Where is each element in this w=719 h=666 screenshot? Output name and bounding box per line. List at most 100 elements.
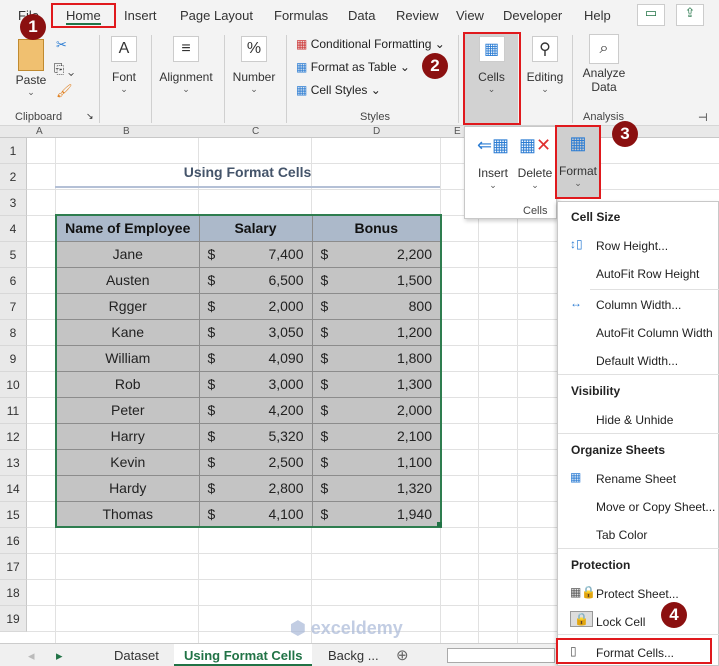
prev-sheet-arrow[interactable]: ◂ (28, 648, 35, 664)
delete-button[interactable]: ▦✕ Delete ⌄ (515, 135, 555, 191)
row-header[interactable]: 10 (0, 372, 27, 398)
format-as-table-button[interactable]: ▦ Format as Table ⌄ (296, 60, 410, 74)
paste-button[interactable]: Paste ⌄ (14, 39, 48, 98)
add-sheet-icon[interactable]: ⊕ (396, 646, 409, 664)
row-header[interactable]: 1 (0, 138, 27, 164)
row-header[interactable]: 16 (0, 528, 27, 554)
row-header[interactable]: 14 (0, 476, 27, 502)
menu-protect-sheet[interactable]: Protect Sheet... (596, 587, 679, 601)
horizontal-scrollbar[interactable] (447, 648, 555, 663)
menu-move-copy-sheet[interactable]: Move or Copy Sheet... (596, 500, 715, 514)
conditional-formatting-button[interactable]: ▦ Conditional Formatting ⌄ (296, 37, 445, 51)
fill-handle[interactable] (437, 522, 442, 527)
cell-salary[interactable]: $4,200 (198, 396, 313, 424)
cell-salary[interactable]: $4,090 (198, 344, 313, 372)
cell-salary[interactable]: $4,100 (198, 500, 313, 528)
cell-name[interactable]: Hardy (55, 474, 200, 502)
header-name[interactable]: Name of Employee (55, 214, 200, 242)
cell-name[interactable]: Kevin (55, 448, 200, 476)
row-header[interactable]: 9 (0, 346, 27, 372)
format-painter-icon[interactable]: 🖌 (56, 83, 73, 99)
cell-name[interactable]: Harry (55, 422, 200, 450)
number-button[interactable]: % Number ⌄ (228, 36, 280, 95)
column-c[interactable]: C (252, 126, 259, 137)
comments-icon[interactable]: ▭ (637, 4, 665, 26)
cell-bonus[interactable]: $1,800 (311, 344, 442, 372)
cell-bonus[interactable]: $1,500 (311, 266, 442, 294)
alignment-button[interactable]: ≡ Alignment ⌄ (156, 36, 216, 95)
cell-bonus[interactable]: $1,300 (311, 370, 442, 398)
cell-salary[interactable]: $5,320 (198, 422, 313, 450)
cell-name[interactable]: Thomas (55, 500, 200, 528)
row-header[interactable]: 5 (0, 242, 27, 268)
editing-button[interactable]: ⚲ Editing ⌄ (524, 36, 566, 95)
font-button[interactable]: A Font ⌄ (104, 36, 144, 95)
menu-hide-unhide[interactable]: Hide & Unhide (596, 413, 673, 427)
row-header[interactable]: 13 (0, 450, 27, 476)
row-header[interactable]: 6 (0, 268, 27, 294)
row-header[interactable]: 2 (0, 164, 27, 190)
header-salary[interactable]: Salary (198, 214, 313, 242)
menu-column-width[interactable]: Column Width... (596, 298, 681, 312)
cell-name[interactable]: Austen (55, 266, 200, 294)
row-header[interactable]: 11 (0, 398, 27, 424)
tab-formulas[interactable]: Formulas (274, 8, 328, 23)
cell-salary[interactable]: $2,800 (198, 474, 313, 502)
cut-icon[interactable]: ✂ (56, 37, 67, 53)
sheet-tab-using-format-cells[interactable]: Using Format Cells (174, 644, 313, 666)
menu-lock-cell[interactable]: Lock Cell (596, 615, 645, 629)
column-d[interactable]: D (373, 126, 380, 137)
row-header[interactable]: 15 (0, 502, 27, 528)
share-icon[interactable]: ⇪ (676, 4, 704, 26)
copy-icon[interactable]: ⎘ ⌄ (54, 61, 74, 77)
column-b[interactable]: B (123, 126, 130, 137)
analyze-data-button[interactable]: ⌕ Analyze Data (578, 34, 630, 94)
cell-bonus[interactable]: $1,200 (311, 318, 442, 346)
dialog-launcher-icon[interactable]: ↘ (86, 111, 94, 122)
sheet-tab-background[interactable]: Backg ... (328, 648, 379, 663)
cell-bonus[interactable]: $2,000 (311, 396, 442, 424)
cell-salary[interactable]: $6,500 (198, 266, 313, 294)
cell-bonus[interactable]: $1,100 (311, 448, 442, 476)
cell-name[interactable]: William (55, 344, 200, 372)
cell-name[interactable]: Rob (55, 370, 200, 398)
row-header[interactable]: 8 (0, 320, 27, 346)
row-header[interactable]: 7 (0, 294, 27, 320)
cell-bonus[interactable]: $800 (311, 292, 442, 320)
pin-icon[interactable]: ⊣ (698, 111, 708, 124)
cell-name[interactable]: Jane (55, 240, 200, 268)
cell-bonus[interactable]: $2,100 (311, 422, 442, 450)
menu-rename-sheet[interactable]: Rename Sheet (596, 472, 676, 486)
row-header[interactable]: 17 (0, 554, 27, 580)
menu-autofit-row-height[interactable]: AutoFit Row Height (596, 267, 699, 281)
menu-autofit-column-width[interactable]: AutoFit Column Width (596, 326, 713, 340)
cell-bonus[interactable]: $2,200 (311, 240, 442, 268)
tab-review[interactable]: Review (396, 8, 439, 23)
menu-default-width[interactable]: Default Width... (596, 354, 678, 368)
row-header[interactable]: 3 (0, 190, 27, 216)
tab-help[interactable]: Help (584, 8, 611, 23)
cell-bonus[interactable]: $1,940 (311, 500, 442, 528)
tab-view[interactable]: View (456, 8, 484, 23)
sheet-tab-dataset[interactable]: Dataset (114, 648, 159, 663)
column-a[interactable]: A (36, 126, 43, 137)
header-bonus[interactable]: Bonus (311, 214, 442, 242)
tab-insert[interactable]: Insert (124, 8, 157, 23)
tab-page-layout[interactable]: Page Layout (180, 8, 253, 23)
menu-row-height[interactable]: Row Height... (596, 239, 668, 253)
tab-developer[interactable]: Developer (503, 8, 562, 23)
cell-salary[interactable]: $2,000 (198, 292, 313, 320)
row-header[interactable]: 4 (0, 216, 27, 242)
column-e[interactable]: E (454, 126, 461, 137)
menu-tab-color[interactable]: Tab Color (596, 528, 647, 542)
cell-styles-button[interactable]: ▦ Cell Styles ⌄ (296, 83, 381, 97)
next-sheet-arrow[interactable]: ▸ (56, 648, 63, 664)
tab-data[interactable]: Data (348, 8, 375, 23)
insert-button[interactable]: ⇐▦ Insert ⌄ (473, 135, 513, 191)
cell-bonus[interactable]: $1,320 (311, 474, 442, 502)
cell-salary[interactable]: $3,000 (198, 370, 313, 398)
cell-salary[interactable]: $3,050 (198, 318, 313, 346)
cell-name[interactable]: Rgger (55, 292, 200, 320)
cell-name[interactable]: Kane (55, 318, 200, 346)
row-header[interactable]: 18 (0, 580, 27, 606)
